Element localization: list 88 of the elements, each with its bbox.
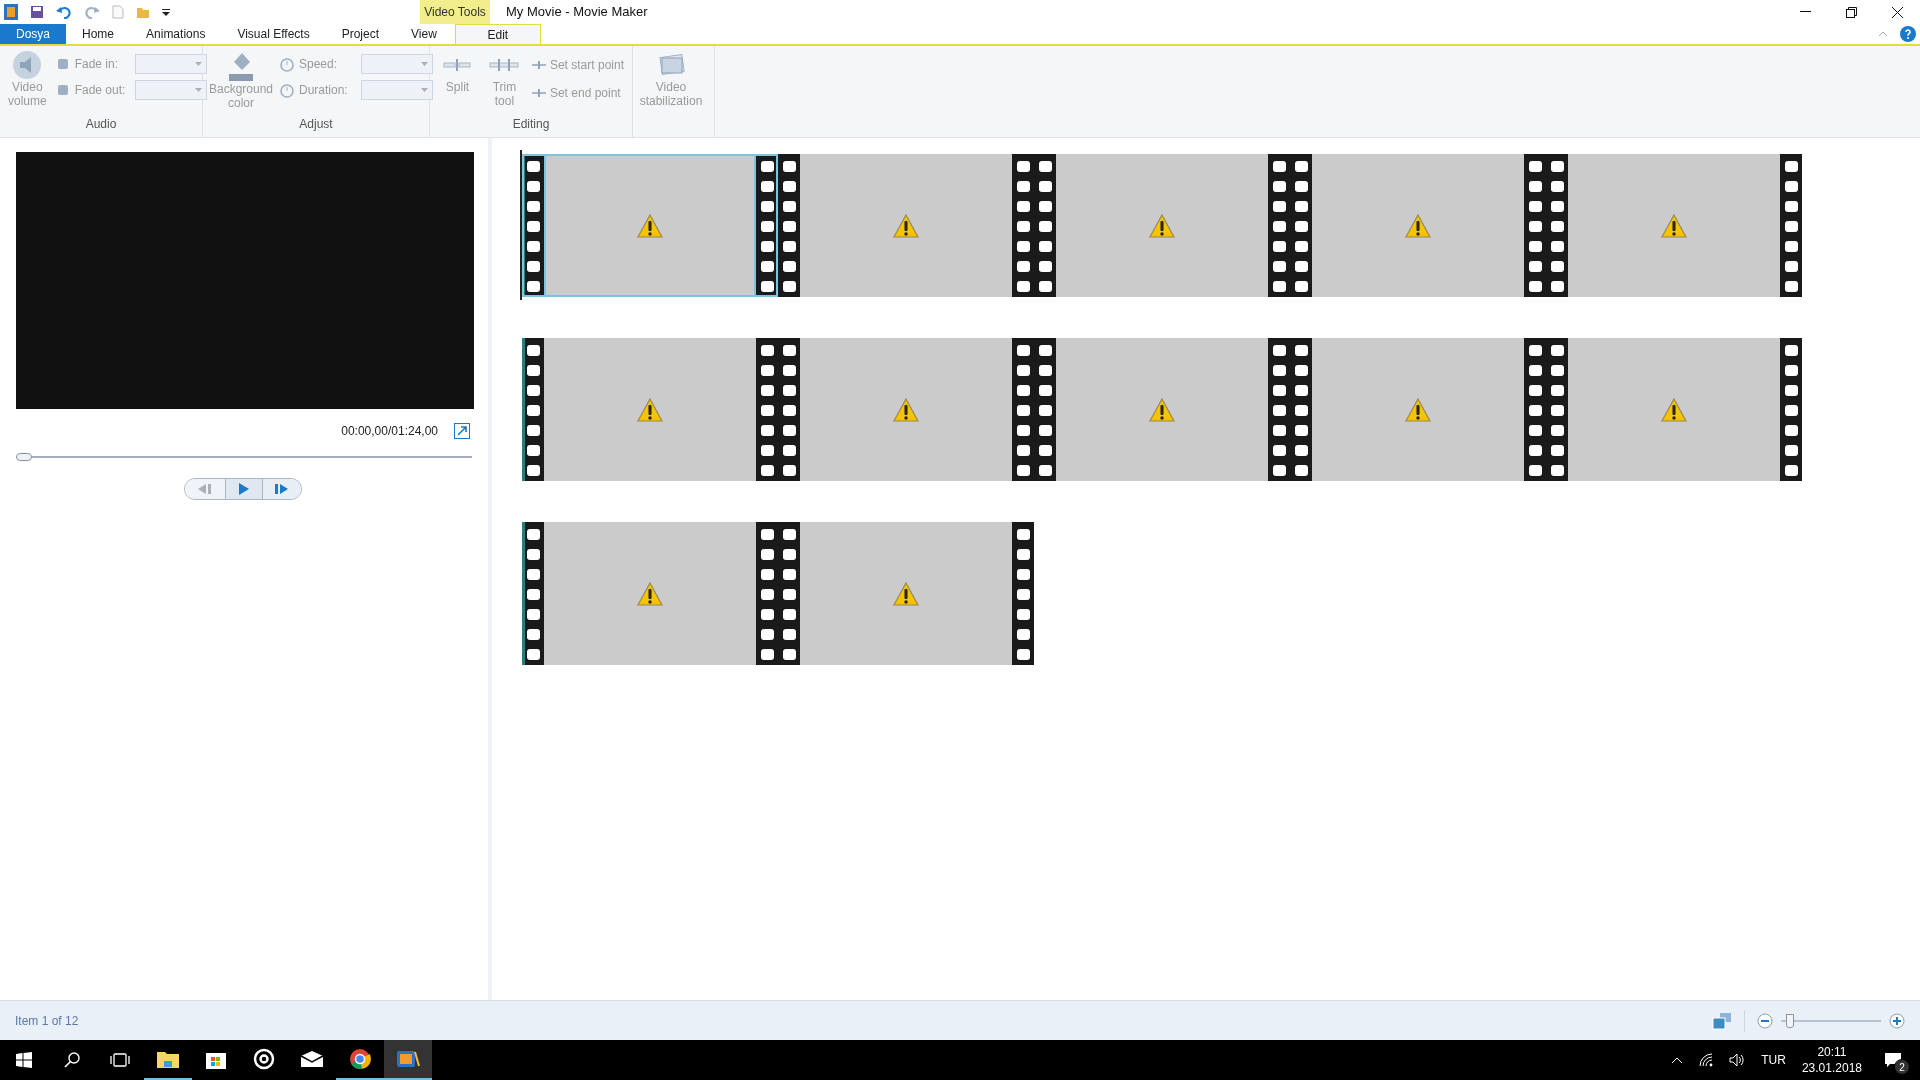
play-icon <box>239 483 249 495</box>
fade-out-label: Fade out: <box>74 82 127 99</box>
undo-icon[interactable] <box>56 5 72 19</box>
dropdown-caret-icon[interactable] <box>162 8 170 16</box>
task-view-icon <box>110 1053 130 1067</box>
warning-icon <box>893 397 919 422</box>
fullscreen-icon[interactable] <box>454 423 470 439</box>
browser-icon <box>349 1048 371 1070</box>
windows-logo-icon <box>16 1052 32 1068</box>
notification-count: 2 <box>1894 1059 1910 1075</box>
folder-icon <box>156 1049 180 1069</box>
warning-icon <box>1149 397 1175 422</box>
contextual-tab-label: Video Tools <box>420 0 490 24</box>
marker-icon <box>531 61 546 69</box>
video-clip-thumbnail[interactable] <box>778 154 1034 297</box>
warning-icon <box>1149 213 1175 238</box>
volume-icon[interactable] <box>1729 1053 1746 1067</box>
ribbon-tab[interactable]: View <box>395 24 453 44</box>
thumbnail-size-icon[interactable] <box>1712 1011 1732 1030</box>
status-text: Item 1 of 12 <box>15 1012 79 1030</box>
video-clip-thumbnail[interactable] <box>1290 338 1546 481</box>
ribbon-tab[interactable]: Edit <box>454 24 541 44</box>
ribbon-tab[interactable]: Animations <box>130 24 222 44</box>
group-label: Adjust <box>298 116 334 133</box>
zoom-out-icon[interactable] <box>1757 1012 1773 1029</box>
duration-label: Duration: <box>299 82 349 99</box>
seek-handle[interactable] <box>16 453 32 461</box>
caret-icon <box>194 62 202 66</box>
warning-icon <box>1661 397 1687 422</box>
video-clip-thumbnail[interactable] <box>522 338 778 481</box>
speaker-icon <box>12 50 43 80</box>
warning-icon <box>893 213 919 238</box>
video-clip-thumbnail[interactable] <box>1546 154 1802 297</box>
video-clip-thumbnail[interactable] <box>1034 154 1290 297</box>
search-icon <box>64 1052 80 1068</box>
video-clip-thumbnail[interactable] <box>1290 154 1546 297</box>
video-clip-thumbnail[interactable] <box>778 522 1034 665</box>
caret-icon <box>421 62 428 66</box>
fade-in-label: Fade in: <box>74 56 120 73</box>
film-reel-icon <box>395 1048 421 1070</box>
caret-icon <box>194 88 202 92</box>
next-frame-icon <box>275 484 289 494</box>
chevron-up-icon[interactable] <box>1671 1056 1684 1064</box>
ribbon-tab[interactable]: Home <box>66 24 131 44</box>
warning-icon <box>1661 213 1687 238</box>
video-clip-thumbnail[interactable] <box>778 338 1034 481</box>
video-clip-thumbnail[interactable] <box>522 154 778 297</box>
next-frame-button[interactable] <box>263 479 301 499</box>
restore-icon <box>1845 6 1857 18</box>
warning-icon <box>1405 397 1431 422</box>
warning-icon <box>637 581 663 606</box>
stopwatch-icon <box>279 82 295 98</box>
ribbon-tab[interactable]: Visual Effects <box>221 24 326 44</box>
speed-label: Speed: <box>299 56 339 73</box>
close-icon <box>1891 6 1903 18</box>
clock-time[interactable]: 20:11 <box>1817 1044 1847 1060</box>
zoom-handle[interactable] <box>1785 1013 1794 1028</box>
marker-icon <box>531 89 546 97</box>
warning-icon <box>637 213 663 238</box>
input-language[interactable]: TUR <box>1761 1051 1786 1069</box>
warning-icon <box>637 397 663 422</box>
play-button[interactable] <box>225 479 263 499</box>
ribbon-tab[interactable]: Project <box>325 24 396 44</box>
help-icon[interactable] <box>1900 26 1916 42</box>
warning-icon <box>1405 213 1431 238</box>
minimize-icon <box>1799 11 1811 13</box>
file-tab[interactable]: Dosya <box>0 24 66 44</box>
envelope-icon <box>300 1050 324 1068</box>
window-title: My Movie - Movie Maker <box>506 3 648 22</box>
warning-icon <box>893 581 919 606</box>
taskbar-app-button[interactable] <box>384 1040 432 1080</box>
group-label: Audio <box>84 116 118 133</box>
video-clip-thumbnail[interactable] <box>1034 338 1290 481</box>
video-clip-thumbnail[interactable] <box>1546 338 1802 481</box>
zoom-in-icon[interactable] <box>1889 1012 1905 1029</box>
app-icon <box>4 4 18 20</box>
group-label: Editing <box>511 116 551 133</box>
stopwatch-icon <box>279 56 295 72</box>
notifications-button[interactable]: 2 <box>1878 1045 1908 1075</box>
zoom-slider[interactable] <box>1781 1013 1881 1028</box>
playback-time: 00:00,00/01:24,00 <box>341 423 438 440</box>
clock-date[interactable]: 23.01.2018 <box>1801 1060 1862 1076</box>
disc-icon <box>253 1048 275 1070</box>
video-clip-thumbnail[interactable] <box>522 522 778 665</box>
caret-icon <box>421 88 428 92</box>
previous-frame-icon <box>198 484 212 494</box>
save-icon[interactable] <box>30 5 44 19</box>
wifi-icon[interactable] <box>1699 1053 1714 1067</box>
